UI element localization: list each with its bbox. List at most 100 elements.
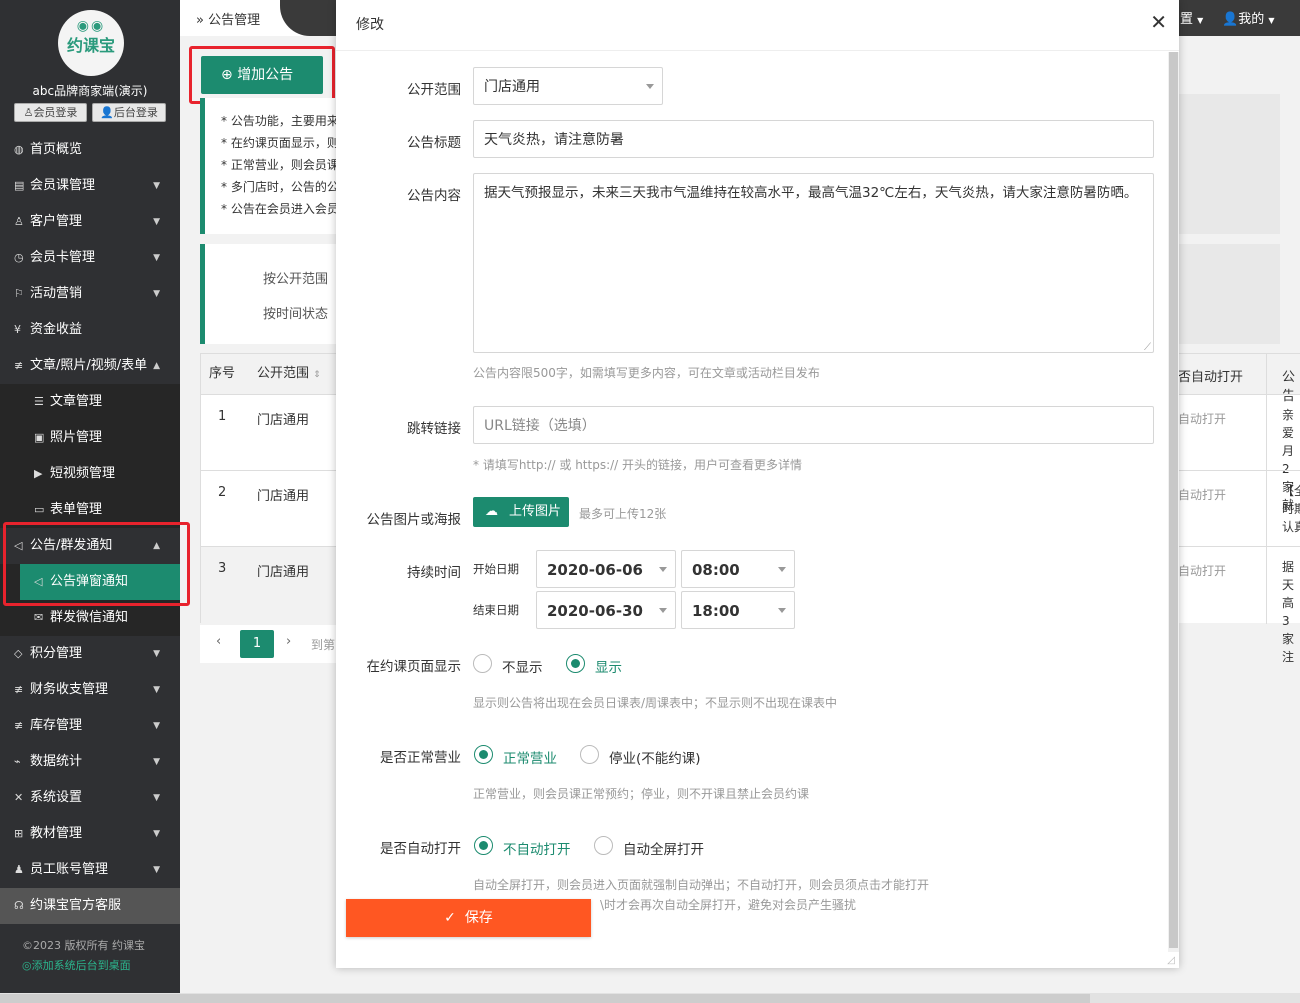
sidebar-item-marketing[interactable]: ⚐ 活动营销 ▼ [0, 276, 180, 312]
row-divider [1178, 546, 1300, 547]
modal-resize-icon[interactable]: ◿ [1167, 955, 1175, 966]
tip-line: * 在约课页面显示，则 [221, 136, 339, 150]
show-on-label[interactable]: 显示 [595, 656, 622, 676]
business-off-radio[interactable] [580, 745, 599, 764]
page-current[interactable]: 1 [240, 630, 274, 658]
save-button[interactable]: ✓ 保存 [346, 899, 591, 937]
user-icon: ♙ [14, 215, 24, 228]
cell-content: 据天 高3 家注 [1282, 560, 1295, 664]
show-hint: 显示则公告将出现在会员日课表/周课表中；不显示则不出现在课表中 [473, 696, 838, 710]
my-account-menu[interactable]: 👤我的 ▼ [1222, 8, 1275, 27]
sidebar-item-settings[interactable]: ✕ 系统设置 ▼ [0, 780, 180, 816]
auto-on-radio[interactable] [594, 836, 613, 855]
add-to-desktop-link[interactable]: ◎添加系统后台到桌面 [22, 956, 180, 976]
auto-label: 是否自动打开 [380, 841, 461, 857]
resize-handle-icon[interactable]: ⟋ [1144, 342, 1151, 353]
sidebar-item-home[interactable]: ◍ 首页概览 [0, 132, 180, 168]
row-divider [1178, 394, 1300, 395]
business-on-label[interactable]: 正常营业 [503, 747, 557, 767]
scope-label: 公开范围 [407, 82, 461, 98]
business-off-label[interactable]: 停业(不能约课) [609, 747, 701, 767]
page-horizontal-scrollbar-thumb[interactable] [0, 994, 1090, 1003]
sidebar-item-service[interactable]: ☊ 约课宝官方客服 [0, 888, 180, 924]
sidebar-item-content[interactable]: ≢ 文章/照片/视频/表单 ▲ [0, 348, 180, 384]
filter-time-label[interactable]: 按时间状态 [263, 297, 340, 332]
logo-text: 约课宝 [66, 36, 115, 55]
auto-off-label[interactable]: 不自动打开 [503, 838, 571, 858]
admin-login-button[interactable]: 👤后台登录 [92, 103, 166, 122]
sidebar-item-staff[interactable]: ♟ 员工账号管理 ▼ [0, 852, 180, 888]
link-input[interactable]: URL链接（选填） [473, 406, 1154, 444]
sidebar-item-member-card[interactable]: ◷ 会员卡管理 ▼ [0, 240, 180, 276]
sidebar-item-videos[interactable]: ▶ 短视频管理 [20, 456, 180, 492]
copyright-text: ©2023 版权所有 约课宝 [22, 939, 145, 952]
auto-on-label[interactable]: 自动全屏打开 [623, 838, 704, 858]
col-content-header: 公告 [1282, 370, 1296, 404]
upload-hint: 最多可上传12张 [579, 507, 667, 521]
end-date-input[interactable]: 2020-06-30 [536, 591, 676, 629]
yen-icon: ¥ [14, 323, 21, 336]
cell-no: 2 [218, 485, 227, 500]
modal-scrollbar-thumb[interactable] [1169, 52, 1178, 948]
cell-scope: 门店通用 [257, 413, 310, 428]
show-on-radio[interactable] [566, 654, 585, 673]
check-icon: ✓ [444, 910, 456, 926]
chevron-down-icon: ▼ [1268, 16, 1275, 25]
flag-icon: ⚐ [14, 287, 24, 300]
end-time-input[interactable]: 18:00 [681, 591, 795, 629]
tools-icon: ✕ [14, 791, 24, 804]
sidebar-item-customers[interactable]: ♙ 客户管理 ▼ [0, 204, 180, 240]
sidebar-item-member-course[interactable]: ▤ 会员课管理 ▼ [0, 168, 180, 204]
caret-down-icon [778, 608, 786, 613]
caret-down-icon [778, 567, 786, 572]
member-login-button[interactable]: ♙会员登录 [14, 103, 87, 122]
sliders-icon: ≢ [14, 359, 24, 372]
start-date-input[interactable]: 2020-06-06 [536, 550, 676, 588]
highlight-box-add [189, 46, 335, 104]
row-divider [201, 470, 339, 471]
user-icon: 👤 [100, 106, 114, 119]
cell-auto: 自动打开 [1178, 564, 1227, 578]
highlight-box-sidebar [3, 522, 190, 606]
app-logo[interactable]: ◉◉ 约课宝 [58, 10, 124, 76]
sidebar-item-materials[interactable]: ⊞ 教材管理 ▼ [0, 816, 180, 852]
sidebar-item-statistics[interactable]: ⌁ 数据统计 ▼ [0, 744, 180, 780]
sidebar-item-finance[interactable]: ≢ 财务收支管理 ▼ [0, 672, 180, 708]
sidebar-item-funds[interactable]: ¥ 资金收益 [0, 312, 180, 348]
content-textarea[interactable]: 据天气预报显示，未来三天我市气温维持在较高水平，最高气温32℃左右，天气炎热，请… [473, 173, 1154, 353]
business-on-radio[interactable] [474, 745, 493, 764]
close-icon[interactable]: ✕ [1150, 10, 1167, 34]
user-icon: 👤 [1222, 12, 1239, 27]
chevron-down-icon: ▼ [1197, 16, 1204, 25]
sidebar-item-articles[interactable]: ☰ 文章管理 [20, 384, 180, 420]
auto-off-radio[interactable] [474, 836, 493, 855]
pulse-icon: ⌁ [14, 755, 21, 768]
sidebar-item-points[interactable]: ◇ 积分管理 ▼ [0, 636, 180, 672]
title-input[interactable]: 天气炎热，请注意防暑 [473, 120, 1154, 158]
chevron-down-icon: ▼ [153, 289, 160, 299]
settings-menu[interactable]: 置 ▼ [1180, 8, 1203, 27]
filter-scope-label[interactable]: 按公开范围 [263, 262, 340, 297]
upload-image-button[interactable]: ☁ 上传图片 [473, 497, 569, 527]
goto-label: 到第 [311, 638, 336, 652]
tips-panel: * 公告功能，主要用来 * 在约课页面显示，则 * 正常营业，则会员课 * 多门… [200, 98, 340, 234]
sort-icon: ⇕ [313, 370, 321, 380]
start-time-input[interactable]: 08:00 [681, 550, 795, 588]
check-circle-icon: ◎ [22, 959, 32, 972]
duration-label: 持续时间 [407, 565, 461, 581]
auto-hint-2: \时才会再次自动全屏打开，避免对会员产生骚扰 [600, 898, 857, 912]
scope-select[interactable]: 门店通用 [473, 67, 663, 105]
business-label: 是否正常营业 [380, 750, 461, 766]
document-icon: ▤ [14, 179, 25, 192]
sidebar-item-photos[interactable]: ▣ 照片管理 [20, 420, 180, 456]
business-hint: 正常营业，则会员课正常预约；停业，则不开课且禁止会员约课 [473, 787, 810, 801]
col-scope-header[interactable]: 公开范围 ⇕ [257, 354, 321, 394]
title-label: 公告标题 [407, 135, 461, 151]
content-label: 公告内容 [407, 188, 461, 204]
sidebar-item-inventory[interactable]: ≢ 库存管理 ▼ [0, 708, 180, 744]
cell-auto: 自动打开 [1178, 488, 1227, 502]
next-page-icon[interactable]: › [286, 634, 291, 649]
show-off-radio[interactable] [473, 654, 492, 673]
prev-page-icon[interactable]: ‹ [216, 634, 221, 649]
show-off-label[interactable]: 不显示 [502, 656, 543, 676]
